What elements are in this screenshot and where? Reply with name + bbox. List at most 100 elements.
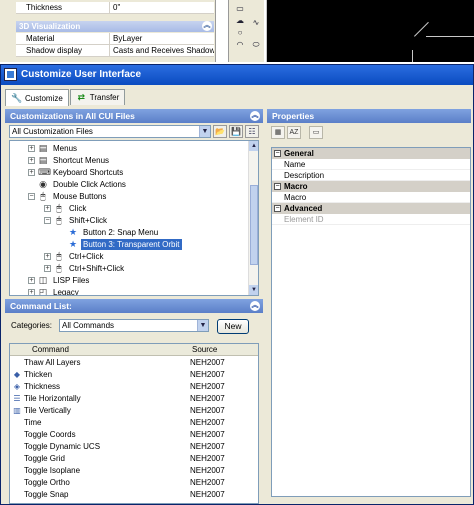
expander-plus-icon[interactable]: + [28, 169, 35, 176]
property-category-general[interactable]: − General [272, 148, 470, 159]
tree-node-lisp-files[interactable]: + ◫ LISP Files [28, 275, 91, 286]
tab-transfer[interactable]: ⇄ Transfer [69, 89, 126, 105]
tree-node-button-3-transparent-orbit[interactable]: ★ Button 3: Transparent Orbit [68, 239, 182, 250]
categorized-view-icon[interactable]: ▦ [271, 126, 285, 139]
expander-plus-icon[interactable]: + [28, 145, 35, 152]
tree-node-shortcut-menus[interactable]: + ▤ Shortcut Menus [28, 155, 111, 166]
command-source: NEH2007 [190, 358, 225, 367]
property-pages-icon[interactable]: ▭ [309, 126, 323, 139]
tab-label: Customize [25, 93, 63, 103]
collapse-chevron-icon[interactable]: ︽ [202, 21, 212, 31]
property-key: Thickness [16, 2, 110, 13]
tree-node-legacy[interactable]: + ◰ Legacy [28, 287, 81, 295]
property-grid[interactable]: − General Name Description − Macro Macro… [271, 147, 471, 497]
command-list-panel: Command List: ︽ Categories: All Commands… [5, 299, 263, 504]
cloud-icon[interactable]: ☁ [233, 16, 247, 26]
table-row[interactable]: Time NEH2007 [10, 417, 258, 429]
section-header-3d-visualization[interactable]: 3D Visualization ︽ [16, 21, 214, 32]
save-icon[interactable]: 💾 [229, 125, 243, 138]
panel-title: Command List: [10, 301, 72, 311]
tree-node-click[interactable]: + 🖱 Click [44, 203, 88, 214]
collapse-minus-icon[interactable]: − [274, 205, 281, 212]
command-name: Toggle Snap [24, 490, 69, 499]
categories-dropdown[interactable]: All Commands ▼ [59, 319, 209, 332]
table-row[interactable]: ◈ Thickness NEH2007 [10, 381, 258, 393]
customization-tree[interactable]: + ▤ Menus + ▤ Shortcut Menus + ⌨ Keyboar… [9, 140, 259, 296]
table-row[interactable]: ▥ Tile Vertically NEH2007 [10, 405, 258, 417]
tree-view-icon[interactable]: ☷ [245, 125, 259, 138]
tree-node-label: Keyboard Shortcuts [53, 168, 124, 177]
command-list-header[interactable]: Command List: ︽ [5, 299, 263, 313]
expander-plus-icon[interactable]: + [44, 205, 51, 212]
expander-plus-icon[interactable]: + [28, 289, 35, 295]
expander-minus-icon[interactable]: − [44, 217, 51, 224]
expander-plus-icon[interactable]: + [44, 253, 51, 260]
collapse-chevron-icon[interactable]: ︽ [250, 111, 260, 121]
command-name: Toggle Isoplane [24, 466, 81, 475]
tree-scrollbar[interactable]: ▲ ▼ [248, 141, 258, 295]
property-row-element-id[interactable]: Element ID [272, 214, 470, 225]
table-row[interactable]: Toggle Isoplane NEH2007 [10, 465, 258, 477]
star-icon: ★ [68, 239, 78, 249]
property-row-material[interactable]: Material ByLayer [16, 33, 214, 45]
tree-node-menus[interactable]: + ▤ Menus [28, 143, 79, 154]
tree-node-mouse-buttons[interactable]: − 🖱 Mouse Buttons [28, 191, 108, 202]
tree-node-shift-click[interactable]: − 🖱 Shift+Click [44, 215, 109, 226]
tree-node-ctrl-shift-click[interactable]: + 🖱 Ctrl+Shift+Click [44, 263, 126, 274]
table-row[interactable]: ◆ Thicken NEH2007 [10, 369, 258, 381]
expander-plus-icon[interactable]: + [28, 157, 35, 164]
arc-icon[interactable]: ◠ [233, 40, 247, 50]
expander-minus-icon[interactable]: − [28, 193, 35, 200]
collapse-chevron-icon[interactable]: ︽ [250, 301, 260, 311]
collapse-minus-icon[interactable]: − [274, 150, 281, 157]
expander-plus-icon[interactable]: + [28, 277, 35, 284]
expander-plus-icon[interactable]: + [44, 265, 51, 272]
command-list-table[interactable]: Command Source Thaw All Layers NEH2007 ◆… [9, 343, 259, 504]
property-row-name[interactable]: Name [272, 159, 470, 170]
scroll-down-icon[interactable]: ▼ [249, 285, 258, 295]
table-row[interactable]: Toggle Snap NEH2007 [10, 489, 258, 501]
category-label: Macro [284, 182, 308, 191]
table-row[interactable]: Thaw All Layers NEH2007 [10, 357, 258, 369]
tab-label: Transfer [89, 93, 120, 102]
circle-icon[interactable]: ○ [233, 28, 247, 38]
tile-horizontal-icon: ☰ [13, 394, 21, 403]
property-row-macro[interactable]: Macro [272, 192, 470, 203]
chevron-down-icon[interactable]: ▼ [197, 320, 208, 331]
property-label: Name [284, 160, 306, 169]
chevron-down-icon[interactable]: ▼ [199, 126, 210, 137]
dialog-titlebar[interactable]: Customize User Interface [1, 65, 473, 85]
property-category-macro[interactable]: − Macro [272, 181, 470, 192]
tree-node-keyboard-shortcuts[interactable]: + ⌨ Keyboard Shortcuts [28, 167, 125, 178]
ellipse-icon[interactable]: ⬭ [249, 40, 263, 50]
scroll-up-icon[interactable]: ▲ [249, 141, 258, 151]
drawing-canvas[interactable] [266, 0, 474, 62]
column-header-command[interactable]: Command [10, 344, 190, 355]
categories-label: Categories: [11, 321, 52, 330]
collapse-minus-icon[interactable]: − [274, 183, 281, 190]
property-row-thickness[interactable]: Thickness 0" [16, 2, 214, 14]
tab-strip: 🔧 Customize ⇄ Transfer [5, 89, 126, 106]
tab-customize[interactable]: 🔧 Customize [5, 89, 69, 106]
rectangle-icon[interactable]: ▭ [233, 4, 247, 14]
cui-file-dropdown[interactable]: All Customization Files ▼ [9, 125, 211, 138]
table-row[interactable]: Toggle Grid NEH2007 [10, 453, 258, 465]
spline-icon[interactable]: ∿ [249, 18, 263, 28]
tree-node-ctrl-click[interactable]: + 🖱 Ctrl+Click [44, 251, 105, 262]
tree-node-label: LISP Files [53, 276, 90, 285]
new-command-button[interactable]: New [217, 319, 249, 334]
scrollbar-thumb[interactable] [250, 185, 258, 265]
table-row[interactable]: ☰ Tile Horizontally NEH2007 [10, 393, 258, 405]
property-row-description[interactable]: Description [272, 170, 470, 181]
sort-alphabetical-icon[interactable]: AZ [287, 126, 301, 139]
tree-node-button-2-snap-menu[interactable]: ★ Button 2: Snap Menu [68, 227, 160, 238]
property-row-shadow-display[interactable]: Shadow display Casts and Receives Shadow… [16, 45, 214, 57]
tree-node-double-click-actions[interactable]: ◉ Double Click Actions [38, 179, 128, 190]
table-row[interactable]: Toggle Dynamic UCS NEH2007 [10, 441, 258, 453]
table-row[interactable]: Toggle Ortho NEH2007 [10, 477, 258, 489]
customizations-header[interactable]: Customizations in All CUI Files ︽ [5, 109, 263, 123]
column-header-source[interactable]: Source [190, 344, 217, 355]
table-row[interactable]: Toggle Coords NEH2007 [10, 429, 258, 441]
open-file-icon[interactable]: 📂 [213, 125, 227, 138]
property-category-advanced[interactable]: − Advanced [272, 203, 470, 214]
